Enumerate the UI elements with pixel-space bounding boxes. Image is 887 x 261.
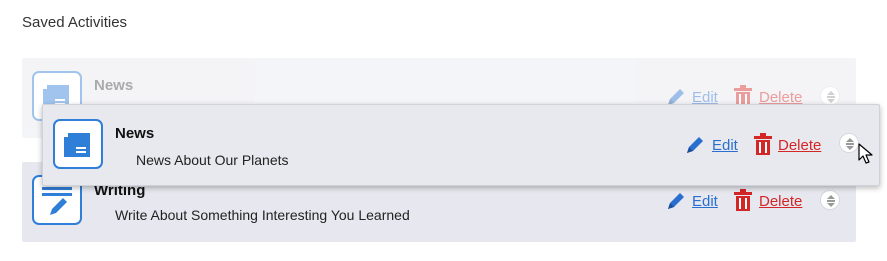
pencil-icon[interactable] (684, 134, 706, 161)
delete-link[interactable]: Delete (759, 193, 802, 210)
trash-icon[interactable] (753, 133, 773, 160)
trash-icon[interactable] (733, 189, 753, 216)
edit-link[interactable]: Edit (692, 193, 718, 210)
activity-description: News About Our Planets (136, 152, 289, 168)
activity-row-news-dragging[interactable]: News News About Our Planets Edit Delete (42, 104, 880, 186)
activity-title: News (115, 125, 155, 142)
drag-handle[interactable] (820, 86, 840, 106)
drag-handle[interactable] (839, 133, 859, 153)
delete-link[interactable]: Delete (778, 137, 821, 154)
mouse-pointer-icon (858, 143, 874, 170)
drag-handle[interactable] (820, 190, 840, 210)
pencil-icon[interactable] (665, 190, 687, 217)
activity-title: News (94, 77, 134, 94)
activity-description: Write About Something Interesting You Le… (115, 207, 410, 223)
edit-link[interactable]: Edit (712, 137, 738, 154)
section-title: Saved Activities (22, 14, 128, 31)
newspaper-icon (53, 119, 103, 169)
